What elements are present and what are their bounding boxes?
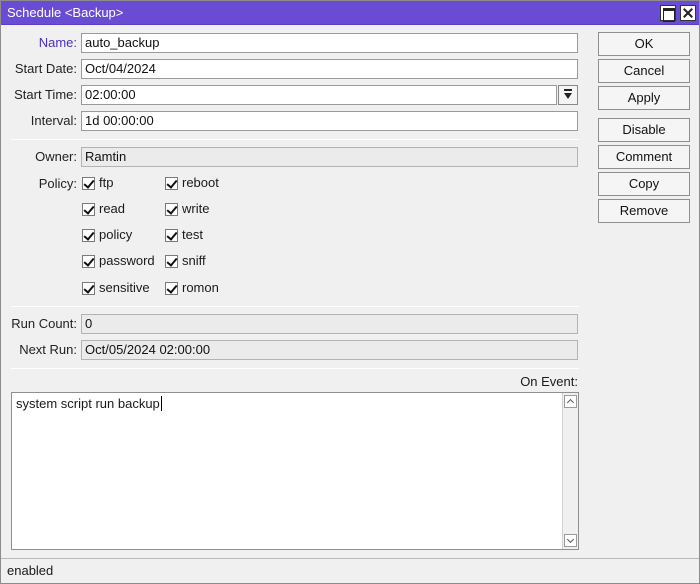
comment-button[interactable]: Comment: [598, 145, 690, 169]
start-time-label: Start Time:: [14, 87, 77, 102]
separator: [11, 306, 579, 307]
run-count-field: 0: [81, 314, 578, 334]
on-event-label: On Event:: [520, 374, 578, 389]
policy-checkbox-romon[interactable]: romon: [165, 280, 245, 298]
policy-label: Policy:: [38, 176, 77, 191]
name-input[interactable]: auto_backup: [81, 33, 578, 53]
title-bar[interactable]: Schedule <Backup>: [1, 1, 699, 25]
maximize-icon[interactable]: [660, 5, 676, 22]
start-time-dropdown-icon[interactable]: [558, 85, 578, 105]
checkbox-checked-icon: [165, 229, 178, 242]
status-bar: enabled: [1, 558, 699, 583]
checkbox-checked-icon: [82, 282, 95, 295]
remove-button[interactable]: Remove: [598, 199, 690, 223]
disable-button[interactable]: Disable: [598, 118, 690, 142]
interval-input[interactable]: 1d 00:00:00: [81, 111, 578, 131]
policy-checkbox-reboot[interactable]: reboot: [165, 175, 245, 193]
copy-button[interactable]: Copy: [598, 172, 690, 196]
window-title: Schedule <Backup>: [7, 5, 124, 20]
policy-checkbox-sensitive[interactable]: sensitive: [82, 280, 160, 298]
policy-checkbox-read[interactable]: read: [82, 201, 152, 219]
on-event-text: system script run backup: [16, 396, 162, 411]
scroll-down-icon[interactable]: [564, 534, 577, 547]
on-event-textarea[interactable]: system script run backup: [11, 392, 579, 550]
next-run-label: Next Run:: [19, 342, 77, 357]
policy-checkbox-sniff[interactable]: sniff: [165, 253, 245, 271]
start-time-input[interactable]: 02:00:00: [81, 85, 557, 105]
apply-button[interactable]: Apply: [598, 86, 690, 110]
name-label: Name:: [38, 35, 77, 50]
schedule-window: Schedule <Backup> Name: auto_backup Star…: [0, 0, 700, 584]
policy-checkbox-policy[interactable]: policy: [82, 227, 152, 245]
checkbox-checked-icon: [82, 255, 95, 268]
scroll-up-icon[interactable]: [564, 395, 577, 408]
vertical-scrollbar[interactable]: [562, 393, 578, 549]
start-date-label: Start Date:: [14, 61, 77, 76]
checkbox-checked-icon: [165, 255, 178, 268]
policy-checkbox-ftp[interactable]: ftp: [82, 175, 152, 193]
checkbox-checked-icon: [165, 203, 178, 216]
separator: [11, 139, 579, 140]
close-icon[interactable]: [680, 5, 696, 21]
run-count-label: Run Count:: [11, 316, 77, 331]
separator: [11, 368, 579, 369]
interval-label: Interval:: [30, 113, 77, 128]
checkbox-checked-icon: [82, 203, 95, 216]
next-run-field: Oct/05/2024 02:00:00: [81, 340, 578, 360]
cancel-button[interactable]: Cancel: [598, 59, 690, 83]
policy-checkbox-test[interactable]: test: [165, 227, 245, 245]
owner-field: Ramtin: [81, 147, 578, 167]
checkbox-checked-icon: [165, 282, 178, 295]
checkbox-checked-icon: [82, 177, 95, 190]
start-date-input[interactable]: Oct/04/2024: [81, 59, 578, 79]
checkbox-checked-icon: [82, 229, 95, 242]
status-text: enabled: [7, 563, 54, 578]
owner-label: Owner:: [35, 149, 77, 164]
ok-button[interactable]: OK: [598, 32, 690, 56]
policy-checkbox-password[interactable]: password: [82, 253, 160, 271]
text-caret: [160, 396, 162, 411]
policy-checkbox-write[interactable]: write: [165, 201, 245, 219]
checkbox-checked-icon: [165, 177, 178, 190]
